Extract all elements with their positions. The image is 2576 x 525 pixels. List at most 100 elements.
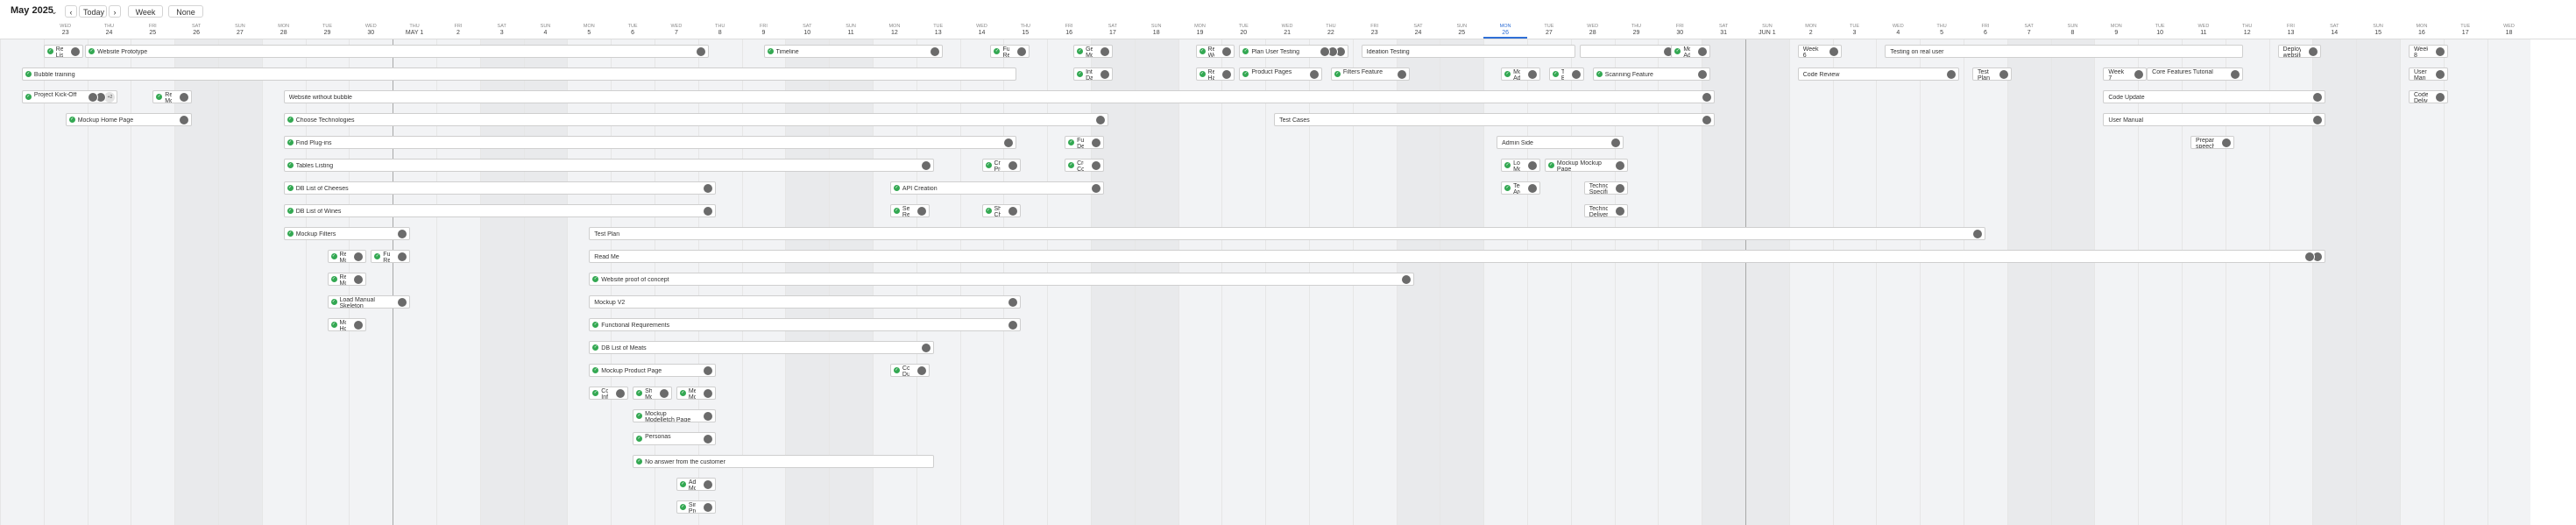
task-bar[interactable]: ✓ Mockup Modelletch Page bbox=[633, 409, 716, 422]
task-bar[interactable]: User Manual bbox=[2103, 113, 2326, 126]
task-bar[interactable]: ✓ Find Plug-ins bbox=[283, 136, 1017, 149]
task-bar[interactable]: ✓Sea Resul bbox=[889, 204, 930, 217]
task-bar[interactable]: ✓ Personas bbox=[633, 432, 716, 445]
task-bar[interactable]: ✓Mock Hom bbox=[327, 318, 367, 331]
task-bar[interactable]: ✓ Website proof of concept bbox=[589, 273, 1414, 286]
task-bar[interactable]: Read Me bbox=[589, 250, 2326, 263]
task-bar[interactable]: Test Plan bbox=[589, 227, 1985, 240]
task-bar[interactable]: ✓Add Mockup bbox=[676, 478, 716, 491]
task-bar[interactable]: ✓ Bubble training bbox=[21, 67, 1017, 81]
task-bar[interactable]: Admin Side bbox=[1497, 136, 1624, 149]
completed-check-icon: ✓ bbox=[1596, 71, 1603, 77]
task-bar[interactable]: Week 7 bbox=[2103, 67, 2148, 81]
task-bar[interactable]: ✓Crea Conso bbox=[1065, 159, 1104, 172]
task-bar[interactable]: ✓ Timeline bbox=[763, 45, 943, 58]
task-bar[interactable]: ✓ Scanning Feature bbox=[1592, 67, 1711, 81]
today-button[interactable]: Today bbox=[79, 5, 107, 18]
task-bar[interactable]: ✓Mock Ad bbox=[1501, 67, 1540, 81]
task-bar[interactable]: User Man bbox=[2408, 67, 2448, 81]
assignee-avatar bbox=[929, 46, 940, 57]
assignee-avatar bbox=[1008, 320, 1019, 330]
task-bar[interactable]: ✓Single Product bbox=[676, 500, 716, 514]
task-bar[interactable]: Week 6 bbox=[1797, 45, 1842, 58]
task-bar[interactable]: ✓ Functional Requirements bbox=[589, 318, 1022, 331]
task-bar[interactable]: ✓ DB List of Cheeses bbox=[283, 181, 716, 195]
task-label: Bubble training bbox=[33, 72, 75, 78]
task-bar[interactable]: ✓Gene Mock bbox=[1073, 45, 1113, 58]
task-bar[interactable]: ✓ Filters Feature bbox=[1330, 67, 1410, 81]
task-bar[interactable]: Testing on real user bbox=[1885, 45, 2243, 58]
completed-check-icon: ✓ bbox=[592, 367, 599, 373]
task-bar[interactable]: ✓Requi Mock bbox=[152, 90, 193, 103]
task-bar[interactable]: Week 8 bbox=[2408, 45, 2448, 58]
task-bar[interactable]: Deploy website bbox=[2277, 45, 2322, 58]
task-bar[interactable]: ✓Fund. Requi bbox=[990, 45, 1030, 58]
task-bar[interactable]: ✓Regi Mock bbox=[327, 250, 367, 263]
task-bar[interactable]: ✓ DB List of Wines bbox=[283, 204, 716, 217]
day-of-week: SUN bbox=[846, 24, 856, 29]
task-bar[interactable]: ✓ Mockup Filters bbox=[283, 227, 411, 240]
task-bar[interactable]: Code Deliver bbox=[2408, 90, 2448, 103]
task-bar[interactable]: ✓ No answer from the customer bbox=[633, 455, 934, 468]
task-bar[interactable]: Code Review bbox=[1797, 67, 1959, 81]
day-header: MON 2 bbox=[1789, 21, 1833, 39]
task-bar[interactable]: ✓Logo Mockup bbox=[1501, 159, 1540, 172]
task-bar[interactable]: Technol Delivery bbox=[1583, 204, 1628, 217]
day-column bbox=[2400, 39, 2444, 525]
assignee-avatar bbox=[916, 365, 927, 376]
assignee-avatar bbox=[1828, 46, 1839, 57]
task-bar[interactable]: ✓ Product Pages bbox=[1239, 67, 1322, 81]
task-label: Website proof of concept bbox=[601, 277, 669, 283]
completed-check-icon: ✓ bbox=[1068, 139, 1075, 145]
task-bar[interactable]: ✓ Mockup Mockup Page bbox=[1544, 159, 1628, 172]
day-number: 19 bbox=[1196, 30, 1204, 36]
task-bar[interactable]: ✓Ment Mockup bbox=[676, 387, 716, 400]
day-of-week: TUE bbox=[627, 24, 638, 29]
task-bar[interactable]: ✓ Website Prototype bbox=[85, 45, 710, 58]
task-bar[interactable]: ✓Requi Website bbox=[1195, 45, 1235, 58]
task-bar[interactable]: Mockup V2 bbox=[589, 295, 1022, 309]
day-number: 13 bbox=[934, 30, 942, 36]
task-bar[interactable]: ✓Requ Mock bbox=[327, 273, 367, 286]
day-header: THU 12 bbox=[2226, 21, 2269, 39]
task-bar[interactable]: ✓Requi Hand bbox=[1195, 67, 1235, 81]
task-bar[interactable]: ✓ Project Kick-Off +2 bbox=[21, 90, 118, 103]
task-bar[interactable]: ✓Fun Reco bbox=[371, 250, 411, 263]
day-header: TUE 6 bbox=[611, 21, 655, 39]
task-bar[interactable]: ✓Crea Prod bbox=[981, 159, 1022, 172]
task-bar[interactable]: ✓ API Creation bbox=[889, 181, 1104, 195]
task-bar[interactable]: Test Plan bbox=[1971, 67, 2012, 81]
task-bar[interactable]: ✓Mock Admi bbox=[1671, 45, 1711, 58]
task-bar[interactable]: ✓ Load Manual Skeleton bbox=[327, 295, 411, 309]
task-bar[interactable]: Core Features Tutorial bbox=[2147, 67, 2243, 81]
task-bar[interactable]: ✓Shop Mockup bbox=[633, 387, 672, 400]
day-number: 11 bbox=[2200, 30, 2207, 36]
previous-button[interactable]: ‹ bbox=[65, 5, 77, 18]
task-bar[interactable]: Ideation Testing bbox=[1361, 45, 1575, 58]
scale-select[interactable]: Week ⌄ bbox=[128, 5, 163, 29]
task-bar[interactable]: ✓Shop Chec bbox=[981, 204, 1022, 217]
task-bar[interactable]: Code Update bbox=[2103, 90, 2326, 103]
task-bar[interactable]: Prepare speech bbox=[2190, 136, 2234, 149]
task-bar[interactable]: ✓ Plan User Testing bbox=[1239, 45, 1348, 58]
task-bar[interactable]: ✓Testing Bar bbox=[1548, 67, 1584, 81]
task-bar[interactable]: ✓ Mockup Home Page bbox=[65, 113, 193, 126]
month-dropdown-icon[interactable]: ⌄ bbox=[51, 5, 58, 18]
task-bar[interactable]: Test Cases bbox=[1274, 113, 1716, 126]
task-bar[interactable]: ✓Integ Dashb bbox=[1073, 67, 1113, 81]
task-bar[interactable]: ✓ DB List of Meats bbox=[589, 341, 934, 354]
next-button[interactable]: › bbox=[109, 5, 121, 18]
task-bar[interactable]: Website without bubble bbox=[283, 90, 1716, 103]
task-bar[interactable]: ✓Funct Delivery bbox=[1065, 136, 1104, 149]
task-bar[interactable]: ✓ Tables Listing bbox=[283, 159, 934, 172]
task-bar[interactable]: ✓Requi List bbox=[43, 45, 83, 58]
task-bar[interactable]: ✓Techn Archi bbox=[1501, 181, 1540, 195]
task-bar[interactable]: ✓Code Dummy bbox=[889, 364, 930, 377]
task-bar[interactable]: Techno Specific bbox=[1583, 181, 1628, 195]
grouping-select[interactable]: None ⌄ bbox=[168, 5, 203, 29]
day-column bbox=[1920, 39, 1964, 525]
day-number: 18 bbox=[2505, 30, 2513, 36]
task-bar[interactable]: ✓ Mockup Product Page bbox=[589, 364, 716, 377]
task-bar[interactable]: ✓ Choose Technologies bbox=[283, 113, 1108, 126]
task-bar[interactable]: ✓Collect Informat bbox=[589, 387, 629, 400]
